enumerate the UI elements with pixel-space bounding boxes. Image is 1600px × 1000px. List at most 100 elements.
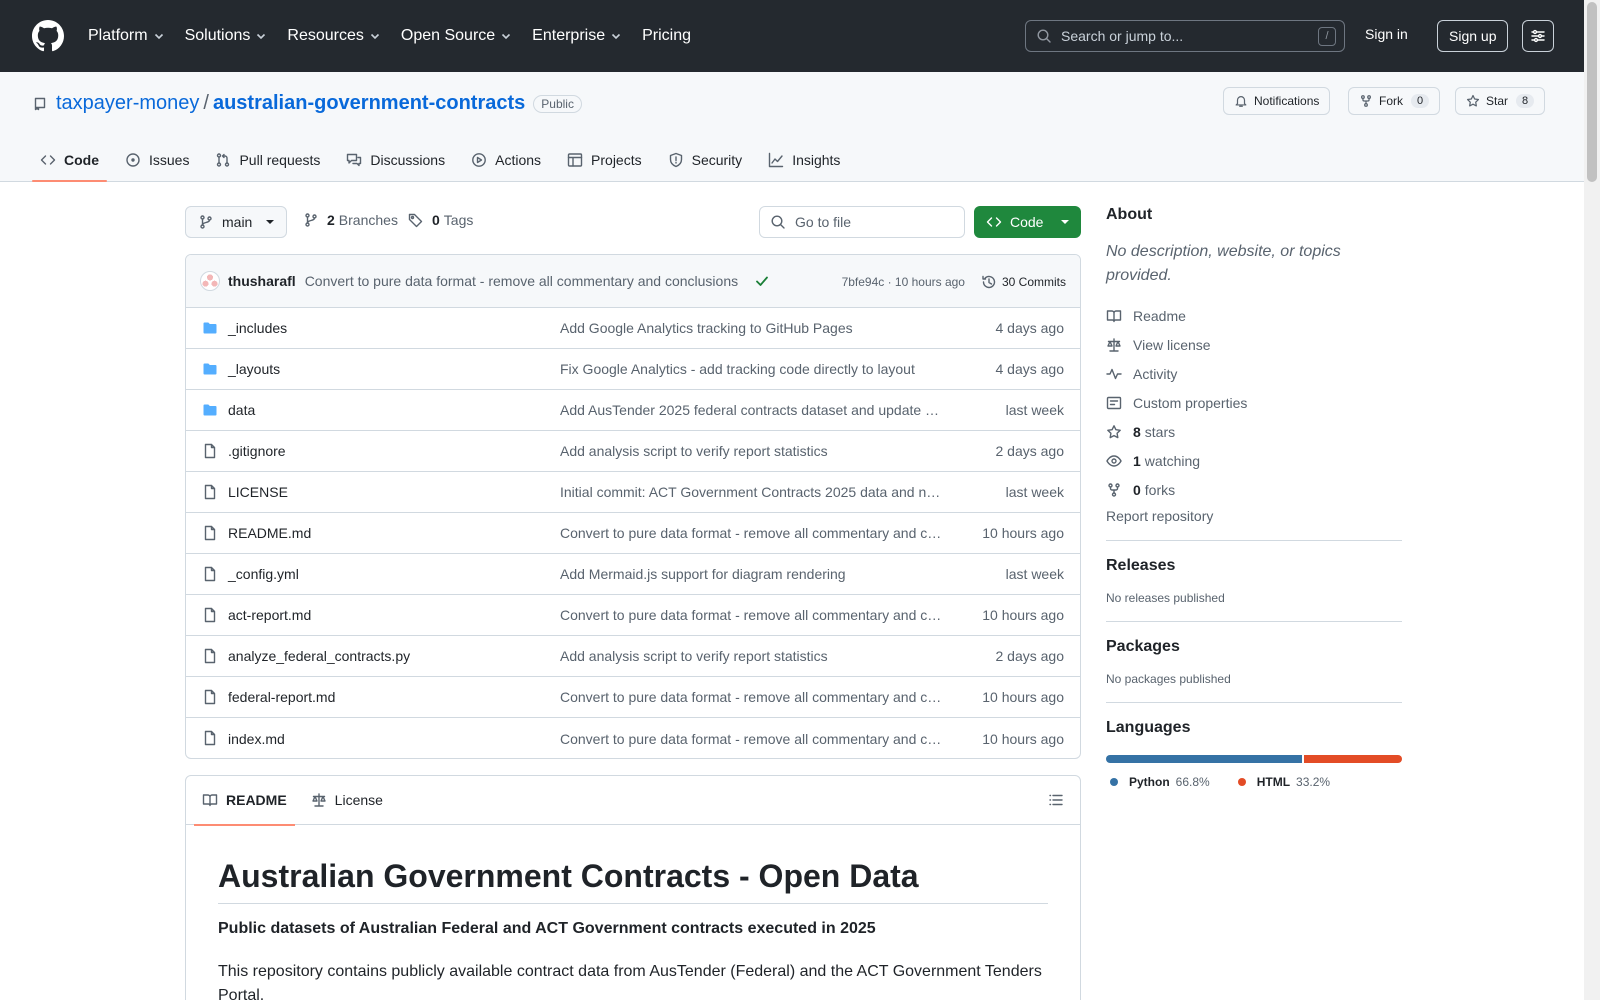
code-icon bbox=[40, 155, 56, 165]
folder-icon bbox=[203, 363, 217, 375]
chevron-down-icon bbox=[370, 33, 379, 40]
commit-author-link[interactable]: thusharafl bbox=[228, 273, 296, 289]
file-name-link[interactable]: index.md bbox=[228, 731, 285, 747]
packages-heading[interactable]: Packages bbox=[1106, 638, 1402, 656]
nav-resources[interactable]: Resources bbox=[287, 27, 380, 45]
stars-link[interactable]: 8 stars bbox=[1106, 417, 1402, 446]
repo-name-link[interactable]: australian-government-contracts bbox=[213, 92, 525, 115]
file-commit-message-link[interactable]: Add AusTender 2025 federal contracts dat… bbox=[560, 402, 943, 418]
table-row[interactable]: analyze_federal_contracts.py Add analysis… bbox=[186, 636, 1080, 677]
repo-owner-link[interactable]: taxpayer-money bbox=[56, 92, 199, 115]
commit-message-link[interactable]: Convert to pure data format - remove all… bbox=[305, 273, 738, 289]
tab-code[interactable]: Code bbox=[32, 138, 107, 182]
tab-readme[interactable]: README bbox=[194, 776, 295, 826]
tab-pull-requests[interactable]: Pull requests bbox=[207, 138, 328, 182]
file-name-link[interactable]: README.md bbox=[228, 525, 311, 541]
file-name-link[interactable]: LICENSE bbox=[228, 484, 288, 500]
file-name-link[interactable]: analyze_federal_contracts.py bbox=[228, 648, 410, 664]
license-link[interactable]: View license bbox=[1106, 330, 1402, 359]
table-row[interactable]: .gitignore Add analysis script to verify … bbox=[186, 431, 1080, 472]
tab-projects[interactable]: Projects bbox=[559, 138, 650, 182]
language-item[interactable]: HTML 33.2% bbox=[1234, 775, 1330, 789]
watching-link[interactable]: 1 watching bbox=[1106, 446, 1402, 475]
nav-enterprise[interactable]: Enterprise bbox=[532, 27, 622, 45]
file-name-link[interactable]: data bbox=[228, 402, 255, 418]
sign-in-link[interactable]: Sign in bbox=[1365, 26, 1408, 42]
github-logo-icon[interactable] bbox=[32, 20, 64, 52]
forks-link[interactable]: 0 forks bbox=[1106, 475, 1402, 504]
file-name-link[interactable]: _includes bbox=[228, 320, 287, 336]
file-name-link[interactable]: .gitignore bbox=[228, 443, 286, 459]
page-scrollbar[interactable] bbox=[1584, 0, 1600, 1000]
activity-link[interactable]: Activity bbox=[1106, 359, 1402, 388]
code-download-button[interactable]: Code bbox=[974, 206, 1081, 238]
tab-discussions[interactable]: Discussions bbox=[338, 138, 453, 182]
tab-issues[interactable]: Issues bbox=[117, 138, 197, 182]
go-to-file-input[interactable]: Go to file bbox=[759, 206, 965, 238]
tab-actions[interactable]: Actions bbox=[463, 138, 549, 182]
check-icon[interactable] bbox=[754, 273, 770, 289]
table-row[interactable]: _config.yml Add Mermaid.js support for di… bbox=[186, 554, 1080, 595]
fork-icon bbox=[1361, 95, 1371, 107]
file-commit-message-link[interactable]: Add Mermaid.js support for diagram rende… bbox=[560, 566, 943, 582]
file-commit-message-link[interactable]: Convert to pure data format - remove all… bbox=[560, 731, 943, 747]
branch-selector[interactable]: main bbox=[185, 206, 288, 238]
table-row[interactable]: LICENSE Initial commit: ACT Government Co… bbox=[186, 472, 1080, 513]
sign-up-button[interactable]: Sign up bbox=[1437, 20, 1509, 52]
file-name-link[interactable]: _config.yml bbox=[228, 566, 299, 582]
tags-count: 0 bbox=[432, 212, 440, 228]
tab-license[interactable]: License bbox=[303, 776, 391, 825]
file-commit-message-link[interactable]: Convert to pure data format - remove all… bbox=[560, 689, 943, 705]
fork-button[interactable]: Fork 0 bbox=[1348, 87, 1441, 115]
branches-link[interactable]: 2 Branches bbox=[303, 212, 398, 228]
commits-history-link[interactable]: 30 Commits bbox=[981, 274, 1066, 290]
file-commit-message-link[interactable]: Add analysis script to verify report sta… bbox=[560, 648, 943, 664]
table-row[interactable]: data Add AusTender 2025 federal contracts… bbox=[186, 390, 1080, 431]
custom-properties-link[interactable]: Custom properties bbox=[1106, 388, 1402, 417]
table-row[interactable]: _layouts Fix Google Analytics - add track… bbox=[186, 349, 1080, 390]
commit-hash-time[interactable]: 7bfe94c · 10 hours ago bbox=[842, 275, 965, 289]
commits-count: 30 Commits bbox=[1001, 274, 1066, 289]
star-count: 8 bbox=[1516, 94, 1535, 108]
star-button[interactable]: Star 8 bbox=[1455, 87, 1546, 115]
nav-pricing[interactable]: Pricing bbox=[642, 27, 691, 45]
nav-solutions[interactable]: Solutions bbox=[185, 27, 268, 45]
tab-security[interactable]: Security bbox=[660, 138, 751, 182]
file-commit-message-link[interactable]: Fix Google Analytics - add tracking code… bbox=[560, 361, 943, 377]
scrollbar-thumb[interactable] bbox=[1587, 2, 1597, 182]
file-name-link[interactable]: federal-report.md bbox=[228, 689, 335, 705]
table-row[interactable]: act-report.md Convert to pure data format… bbox=[186, 595, 1080, 636]
readme-link[interactable]: Readme bbox=[1106, 301, 1402, 330]
global-search-input[interactable]: Search or jump to... / bbox=[1025, 20, 1345, 52]
table-row[interactable]: index.md Convert to pure data format - re… bbox=[186, 718, 1080, 758]
tab-label: Security bbox=[691, 152, 743, 168]
notifications-button[interactable]: Notifications bbox=[1223, 87, 1331, 115]
file-commit-message-link[interactable]: Convert to pure data format - remove all… bbox=[560, 525, 943, 541]
file-commit-message-link[interactable]: Add Google Analytics tracking to GitHub … bbox=[560, 320, 943, 336]
tab-insights[interactable]: Insights bbox=[760, 138, 848, 182]
history-icon bbox=[982, 275, 996, 288]
file-commit-message-link[interactable]: Convert to pure data format - remove all… bbox=[560, 607, 943, 623]
commit-meta: 7bfe94c · 10 hours ago 30 Commits bbox=[842, 255, 1066, 308]
releases-heading[interactable]: Releases bbox=[1106, 557, 1402, 575]
nav-open-source[interactable]: Open Source bbox=[401, 27, 512, 45]
watching-label: watching bbox=[1144, 452, 1201, 469]
list-icon[interactable] bbox=[1048, 792, 1064, 808]
table-row[interactable]: _includes Add Google Analytics tracking t… bbox=[186, 308, 1080, 349]
file-commit-message-link[interactable]: Initial commit: ACT Government Contracts… bbox=[560, 484, 943, 500]
report-repository-link[interactable]: Report repository bbox=[1106, 508, 1402, 524]
file-commit-message-link[interactable]: Add analysis script to verify report sta… bbox=[560, 443, 943, 459]
file-name-link[interactable]: _layouts bbox=[228, 361, 280, 377]
nav-platform[interactable]: Platform bbox=[88, 27, 165, 45]
table-row[interactable]: README.md Convert to pure data format - r… bbox=[186, 513, 1080, 554]
file-commit-age: last week bbox=[1005, 484, 1064, 500]
language-item[interactable]: Python 66.8% bbox=[1106, 775, 1210, 789]
tags-link[interactable]: 0 Tags bbox=[408, 212, 473, 228]
file-icon bbox=[204, 443, 216, 459]
avatar[interactable] bbox=[200, 271, 220, 291]
search-placeholder: Search or jump to... bbox=[1061, 28, 1184, 44]
file-name-link[interactable]: act-report.md bbox=[228, 607, 311, 623]
table-row[interactable]: federal-report.md Convert to pure data fo… bbox=[186, 677, 1080, 718]
custom-properties-label: Custom properties bbox=[1133, 394, 1248, 411]
header-menu-button[interactable] bbox=[1522, 20, 1554, 52]
